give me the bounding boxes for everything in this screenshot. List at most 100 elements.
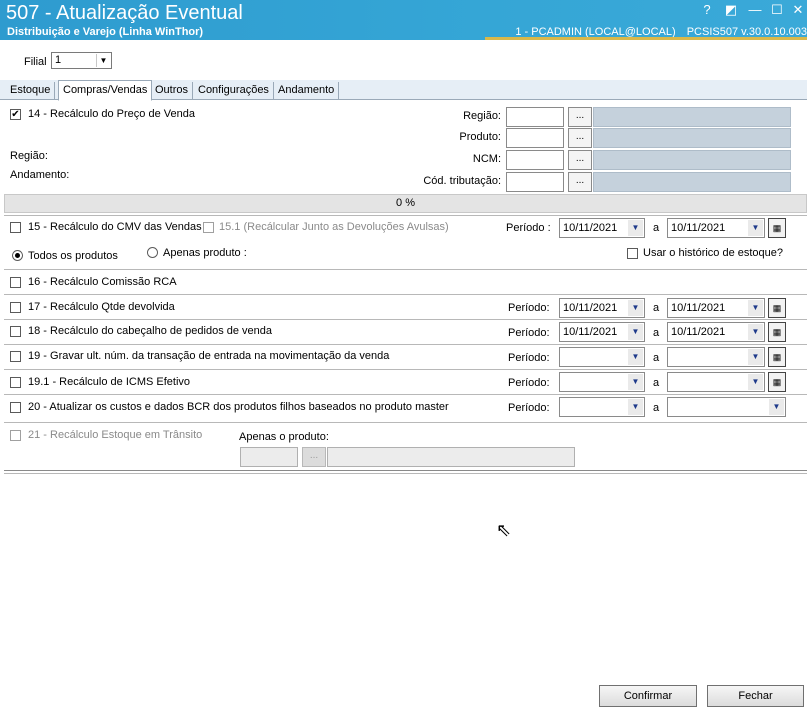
divider [4, 473, 807, 474]
date-to-19[interactable]: ▼ [667, 347, 765, 367]
periodo-label-19-1: Período: [508, 377, 550, 389]
produto-input[interactable] [506, 128, 564, 148]
date-to-20[interactable]: ▼ [667, 397, 786, 417]
filial-row: Filial 1 ▼ [0, 40, 807, 80]
calendar-icon[interactable]: ▦ [768, 298, 786, 318]
chevron-down-icon[interactable]: ▼ [769, 399, 784, 415]
ncm-search-button[interactable]: ... [568, 150, 592, 170]
chevron-down-icon[interactable]: ▼ [748, 220, 763, 236]
divider [4, 470, 807, 471]
regiao-search-button[interactable]: ... [568, 107, 592, 127]
chevron-down-icon[interactable]: ▼ [628, 374, 643, 390]
produto-21-input[interactable] [240, 447, 298, 467]
label-17: 17 - Recálculo Qtde devolvida [28, 301, 175, 313]
label-15-1: 15.1 (Recálcular Junto as Devoluções Avu… [219, 221, 449, 233]
calendar-icon[interactable]: ▦ [768, 322, 786, 342]
periodo-label-17: Período: [508, 302, 550, 314]
regiao-description [593, 107, 791, 127]
checkbox-18[interactable] [10, 326, 21, 337]
a-label-19: a [653, 352, 660, 364]
cod-tributacao-input[interactable] [506, 172, 564, 192]
checkbox-15[interactable] [10, 222, 21, 233]
help-icon[interactable]: ? [698, 2, 716, 17]
filial-label: Filial [24, 56, 47, 68]
label-21: 21 - Recálculo Estoque em Trânsito [28, 429, 203, 441]
radio-todos-produtos[interactable] [12, 250, 23, 261]
date-from-15-value: 10/11/2021 [563, 222, 618, 234]
progress-text: 0 % [396, 197, 415, 209]
maximize-icon[interactable]: ☐ [768, 2, 786, 18]
checkbox-15-1[interactable] [203, 222, 214, 233]
chevron-down-icon[interactable]: ▼ [628, 300, 643, 316]
label-apenas-produto: Apenas produto : [163, 247, 247, 259]
date-to-19-1[interactable]: ▼ [667, 372, 765, 392]
checkbox-14[interactable]: ✔ [10, 109, 21, 120]
label-16: 16 - Recálculo Comissão RCA [28, 276, 177, 288]
tab-configuracoes[interactable]: Configurações [194, 82, 274, 100]
a-label-20: a [653, 402, 660, 414]
progress-bar: 0 % [4, 194, 807, 213]
chevron-down-icon[interactable]: ▼ [748, 349, 763, 365]
produto-21-description [327, 447, 575, 467]
calendar-icon[interactable]: ▦ [768, 218, 786, 238]
label-19: 19 - Gravar ult. núm. da transação de en… [28, 350, 390, 362]
date-to-18[interactable]: 10/11/2021 ▼ [667, 322, 765, 342]
checkbox-17[interactable] [10, 302, 21, 313]
date-from-19-1[interactable]: ▼ [559, 372, 645, 392]
andamento-status-label: Andamento: [10, 169, 70, 181]
tab-estoque[interactable]: Estoque [6, 82, 56, 100]
chevron-down-icon[interactable]: ▼ [748, 324, 763, 340]
chevron-down-icon[interactable]: ▼ [628, 399, 643, 415]
chevron-down-icon[interactable]: ▼ [748, 374, 763, 390]
date-from-18-value: 10/11/2021 [563, 326, 618, 338]
divider [4, 319, 807, 320]
calendar-icon[interactable]: ▦ [768, 347, 786, 367]
date-to-17-value: 10/11/2021 [671, 302, 726, 314]
chevron-down-icon[interactable]: ▼ [748, 300, 763, 316]
date-from-20[interactable]: ▼ [559, 397, 645, 417]
tab-compras-vendas[interactable]: Compras/Vendas [58, 80, 153, 101]
checkbox-16[interactable] [10, 277, 21, 288]
checkbox-usar-historico[interactable] [627, 248, 638, 259]
chevron-down-icon[interactable]: ▼ [628, 220, 643, 236]
regiao-input[interactable] [506, 107, 564, 127]
date-from-15[interactable]: 10/11/2021 ▼ [559, 218, 645, 238]
cod-tributacao-search-button[interactable]: ... [568, 172, 592, 192]
produto-search-button[interactable]: ... [568, 128, 592, 148]
divider [4, 344, 807, 345]
regiao-status-label: Região: [10, 150, 48, 162]
checkbox-20[interactable] [10, 402, 21, 413]
a-label-17: a [653, 302, 660, 314]
fechar-button[interactable]: Fechar [707, 685, 804, 707]
produto-field-label: Produto: [459, 131, 501, 143]
checkbox-19[interactable] [10, 351, 21, 362]
date-to-18-value: 10/11/2021 [671, 326, 726, 338]
mouse-cursor-icon: ⇖ [496, 520, 512, 540]
divider [4, 215, 807, 216]
layout-icon[interactable]: ◩ [722, 2, 740, 18]
chevron-down-icon[interactable]: ▼ [628, 324, 643, 340]
ncm-input[interactable] [506, 150, 564, 170]
date-to-17[interactable]: 10/11/2021 ▼ [667, 298, 765, 318]
ncm-description [593, 150, 791, 170]
calendar-icon[interactable]: ▦ [768, 372, 786, 392]
date-from-17[interactable]: 10/11/2021 ▼ [559, 298, 645, 318]
date-to-15[interactable]: 10/11/2021 ▼ [667, 218, 765, 238]
checkbox-19-1[interactable] [10, 377, 21, 388]
date-from-18[interactable]: 10/11/2021 ▼ [559, 322, 645, 342]
close-icon[interactable]: ✕ [789, 2, 807, 18]
filial-value: 1 [55, 54, 62, 66]
radio-apenas-produto[interactable] [147, 247, 158, 258]
date-from-19[interactable]: ▼ [559, 347, 645, 367]
periodo-label-18: Período: [508, 327, 550, 339]
tab-outros[interactable]: Outros [151, 82, 194, 100]
filial-select[interactable]: 1 ▼ [51, 52, 112, 69]
produto-21-search-button[interactable]: ... [302, 447, 326, 467]
chevron-down-icon[interactable]: ▼ [96, 54, 110, 67]
label-15: 15 - Recálculo do CMV das Vendas [28, 221, 202, 233]
checkbox-21[interactable] [10, 430, 21, 441]
chevron-down-icon[interactable]: ▼ [628, 349, 643, 365]
confirmar-button[interactable]: Confirmar [599, 685, 697, 707]
minimize-icon[interactable]: — [746, 2, 764, 17]
tab-andamento[interactable]: Andamento [274, 82, 340, 100]
